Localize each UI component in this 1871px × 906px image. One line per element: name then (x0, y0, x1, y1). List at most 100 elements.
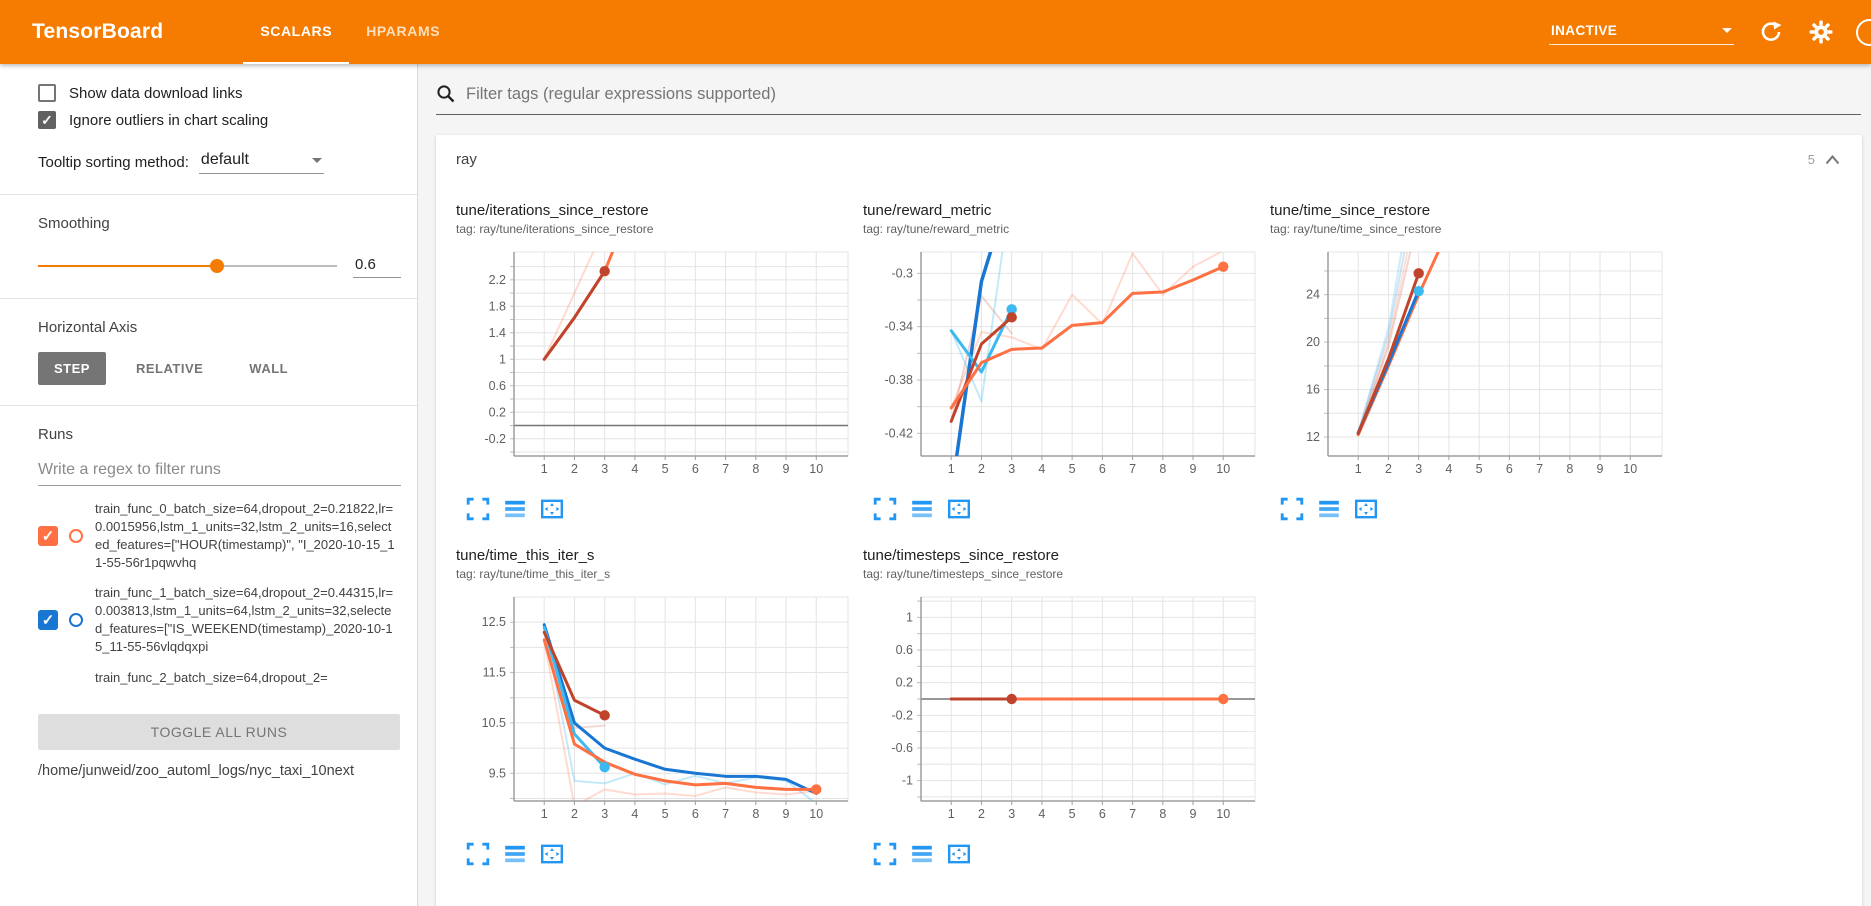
checkbox-label: Show data download links (69, 85, 242, 102)
svg-text:8: 8 (1566, 462, 1573, 476)
general-settings-section: Show data download links ✓ Ignore outlie… (0, 64, 417, 195)
chart-plot[interactable]: 12345678910-0.20.20.611.41.82.2 (456, 246, 852, 484)
svg-text:-0.38: -0.38 (885, 373, 914, 387)
tooltip-sorting-select[interactable]: default (199, 151, 324, 174)
axis-relative-button[interactable]: RELATIVE (120, 352, 219, 385)
tab-scalars[interactable]: SCALARS (243, 0, 349, 64)
svg-text:0.2: 0.2 (896, 676, 913, 690)
ignore-outliers-checkbox-row[interactable]: ✓ Ignore outliers in chart scaling (38, 111, 401, 129)
status-select[interactable]: INACTIVE (1549, 19, 1734, 45)
svg-text:12: 12 (1306, 430, 1320, 444)
svg-text:1: 1 (499, 352, 506, 366)
run-checkbox[interactable]: ✓ (38, 526, 58, 546)
expand-chart-icon[interactable] (1280, 497, 1304, 521)
svg-text:-0.2: -0.2 (484, 432, 506, 446)
run-list: ✓ train_func_0_batch_size=64,dropout_2=0… (38, 500, 401, 716)
checkbox-icon[interactable] (38, 84, 56, 102)
run-color-radio[interactable] (69, 613, 83, 627)
run-selector-icon[interactable] (910, 497, 934, 521)
axis-step-button[interactable]: STEP (38, 352, 106, 385)
run-color-radio[interactable] (69, 529, 83, 543)
fit-domain-icon[interactable] (947, 497, 971, 521)
tag-group-name: ray (456, 151, 477, 168)
caret-down-icon (1722, 28, 1732, 33)
svg-text:2: 2 (1385, 462, 1392, 476)
svg-text:9: 9 (783, 462, 790, 476)
expand-chart-icon[interactable] (466, 842, 490, 866)
help-icon[interactable] (1856, 19, 1871, 46)
svg-text:6: 6 (1506, 462, 1513, 476)
tag-filter-input[interactable] (466, 85, 1861, 104)
slider-thumb[interactable] (210, 259, 224, 273)
svg-text:3: 3 (1415, 462, 1422, 476)
show-download-links-checkbox-row[interactable]: Show data download links (38, 84, 401, 102)
chart-title: tune/reward_metric (863, 202, 1270, 219)
expand-chart-icon[interactable] (873, 497, 897, 521)
runs-filter (38, 461, 401, 486)
slider-fill (38, 265, 217, 267)
fit-domain-icon[interactable] (947, 842, 971, 866)
run-name: train_func_2_batch_size=64,dropout_2= (95, 669, 397, 687)
smoothing-value[interactable]: 0.6 (353, 254, 401, 278)
svg-text:5: 5 (1069, 807, 1076, 821)
scalar-chart-card: tune/time_this_iter_s tag: ray/tune/time… (456, 547, 863, 866)
svg-text:2: 2 (571, 807, 578, 821)
run-selector-icon[interactable] (1317, 497, 1341, 521)
svg-text:10: 10 (809, 807, 823, 821)
chevron-up-icon[interactable] (1825, 155, 1840, 165)
scalar-chart-card: tune/iterations_since_restore tag: ray/t… (456, 202, 863, 521)
fit-domain-icon[interactable] (1354, 497, 1378, 521)
reload-icon[interactable] (1758, 19, 1784, 45)
settings-gear-icon[interactable] (1808, 19, 1834, 45)
svg-text:0.2: 0.2 (489, 405, 506, 419)
run-selector-icon[interactable] (503, 497, 527, 521)
svg-text:4: 4 (1038, 807, 1045, 821)
svg-text:24: 24 (1306, 288, 1320, 302)
chart-plot[interactable]: 12345678910-0.42-0.38-0.34-0.3 (863, 246, 1259, 484)
run-selector-icon[interactable] (503, 842, 527, 866)
svg-text:7: 7 (1536, 462, 1543, 476)
chart-plot[interactable]: 123456789109.510.511.512.5 (456, 591, 852, 829)
expand-chart-icon[interactable] (873, 842, 897, 866)
fit-domain-icon[interactable] (540, 497, 564, 521)
svg-text:11.5: 11.5 (483, 666, 506, 680)
run-list-item: ✓ train_func_0_batch_size=64,dropout_2=0… (38, 500, 401, 572)
svg-text:5: 5 (1069, 462, 1076, 476)
svg-text:5: 5 (662, 807, 669, 821)
svg-text:9: 9 (1190, 462, 1197, 476)
run-selector-icon[interactable] (910, 842, 934, 866)
chart-plot[interactable]: 12345678910-1-0.6-0.20.20.61 (863, 591, 1259, 829)
svg-text:8: 8 (752, 462, 759, 476)
svg-text:4: 4 (631, 807, 638, 821)
smoothing-slider[interactable] (38, 259, 337, 273)
svg-text:16: 16 (1306, 383, 1320, 397)
svg-text:1.8: 1.8 (489, 299, 506, 313)
checkbox-icon[interactable]: ✓ (38, 111, 56, 129)
chart-tag: tag: ray/tune/iterations_since_restore (456, 222, 863, 236)
runs-filter-input[interactable] (38, 461, 401, 479)
expand-chart-icon[interactable] (466, 497, 490, 521)
tag-group-card: ray 5 tune/iterations_since_restore tag:… (436, 135, 1862, 906)
checkbox-label: Ignore outliers in chart scaling (69, 112, 268, 129)
fit-domain-icon[interactable] (540, 842, 564, 866)
svg-text:1: 1 (1355, 462, 1362, 476)
tag-group-header[interactable]: ray 5 (436, 135, 1862, 178)
run-checkbox[interactable]: ✓ (38, 610, 58, 630)
svg-text:6: 6 (1099, 807, 1106, 821)
svg-text:6: 6 (692, 462, 699, 476)
svg-text:1.4: 1.4 (489, 326, 506, 340)
svg-text:7: 7 (722, 462, 729, 476)
run-list-item: ✓ train_func_1_batch_size=64,dropout_2=0… (38, 584, 401, 656)
chart-tag: tag: ray/tune/timesteps_since_restore (863, 567, 1270, 581)
svg-text:8: 8 (1159, 462, 1166, 476)
smoothing-section: Smoothing 0.6 (0, 195, 417, 299)
axis-wall-button[interactable]: WALL (233, 352, 304, 385)
svg-text:8: 8 (752, 807, 759, 821)
toggle-all-runs-button[interactable]: TOGGLE ALL RUNS (38, 714, 400, 750)
chart-plot[interactable]: 1234567891012162024 (1270, 246, 1666, 484)
tab-hparams[interactable]: HPARAMS (349, 0, 457, 64)
svg-text:10: 10 (1216, 807, 1230, 821)
svg-text:2: 2 (571, 462, 578, 476)
svg-text:7: 7 (1129, 807, 1136, 821)
caret-down-icon (312, 158, 322, 163)
